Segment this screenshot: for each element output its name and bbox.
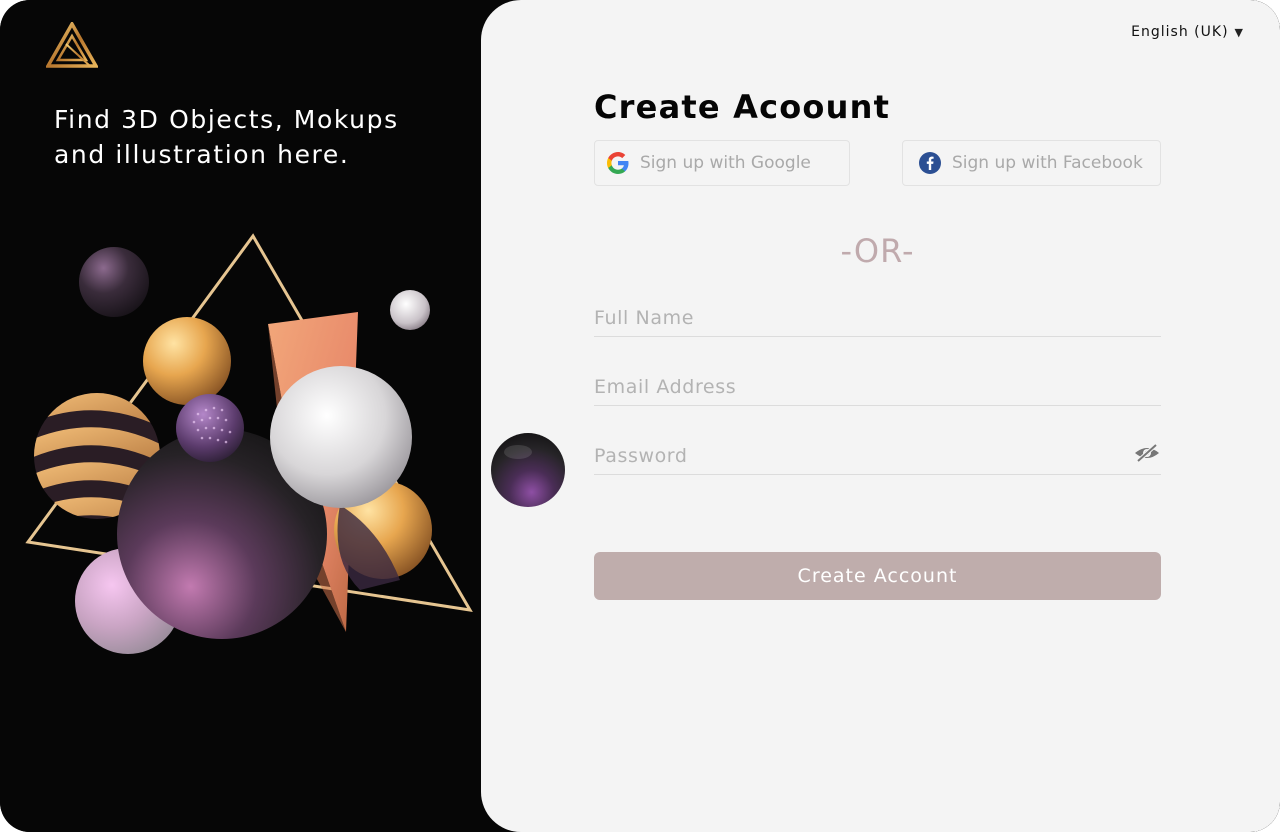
password-field bbox=[594, 440, 1161, 475]
brand-panel: Find 3D Objects, Mokups and illustration… bbox=[0, 0, 500, 832]
logo-icon[interactable] bbox=[46, 22, 98, 68]
full-name-field bbox=[594, 302, 1161, 337]
hero-3d-illustration bbox=[25, 233, 473, 654]
signup-panel: English (UK) ▼ Create Acoount Sign up wi… bbox=[481, 0, 1280, 832]
facebook-signup-label: Sign up with Facebook bbox=[952, 153, 1143, 173]
email-field bbox=[594, 371, 1161, 406]
language-label: English (UK) bbox=[1131, 24, 1229, 40]
app-frame: Find 3D Objects, Mokups and illustration… bbox=[0, 0, 1280, 832]
brand-tagline: Find 3D Objects, Mokups and illustration… bbox=[54, 105, 399, 169]
google-signup-label: Sign up with Google bbox=[640, 153, 811, 173]
language-selector[interactable]: English (UK) ▼ bbox=[1131, 22, 1244, 42]
password-input[interactable] bbox=[594, 440, 1161, 472]
facebook-signup-button[interactable]: Sign up with Facebook bbox=[902, 140, 1161, 186]
email-input[interactable] bbox=[594, 371, 1161, 403]
full-name-input[interactable] bbox=[594, 302, 1161, 334]
eye-slash-icon[interactable] bbox=[1133, 442, 1161, 464]
create-account-button[interactable]: Create Account bbox=[594, 552, 1161, 600]
page-title: Create Acoount bbox=[594, 88, 891, 126]
google-icon bbox=[607, 152, 629, 174]
google-signup-button[interactable]: Sign up with Google bbox=[594, 140, 850, 186]
caret-down-icon: ▼ bbox=[1234, 25, 1244, 39]
or-divider: -OR- bbox=[840, 232, 915, 270]
facebook-icon bbox=[919, 152, 941, 174]
decorative-sphere bbox=[491, 433, 565, 507]
